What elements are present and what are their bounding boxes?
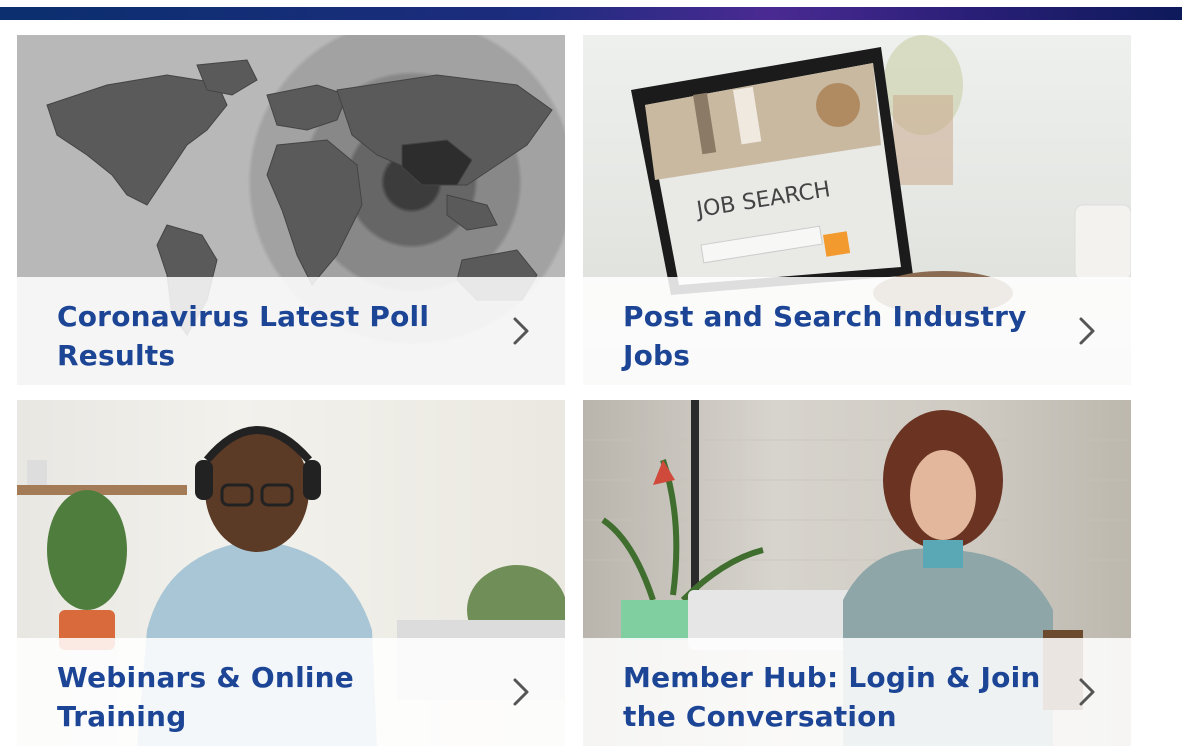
card-caption: Coronavirus Latest Poll Results [17,277,565,385]
card-title: Post and Search Industry Jobs [623,300,1027,372]
card-caption: Member Hub: Login & Join the Conversatio… [583,638,1131,746]
chevron-right-icon[interactable] [1073,315,1101,347]
card-title: Webinars & Online Training [57,661,354,733]
chevron-right-icon[interactable] [507,676,535,708]
top-accent-bar [0,7,1182,20]
chevron-right-icon[interactable] [507,315,535,347]
chevron-right-icon[interactable] [1073,676,1101,708]
card-webinars-training[interactable]: Webinars & Online Training [17,400,565,746]
card-coronavirus-poll[interactable]: Coronavirus Latest Poll Results [17,35,565,385]
card-member-hub[interactable]: Member Hub: Login & Join the Conversatio… [583,400,1131,746]
card-title: Coronavirus Latest Poll Results [57,300,430,372]
card-title: Member Hub: Login & Join the Conversatio… [623,661,1041,733]
card-industry-jobs[interactable]: JOB SEARCH Post and Search Industry Jobs [583,35,1131,385]
card-caption: Post and Search Industry Jobs [583,277,1131,385]
card-caption: Webinars & Online Training [17,638,565,746]
